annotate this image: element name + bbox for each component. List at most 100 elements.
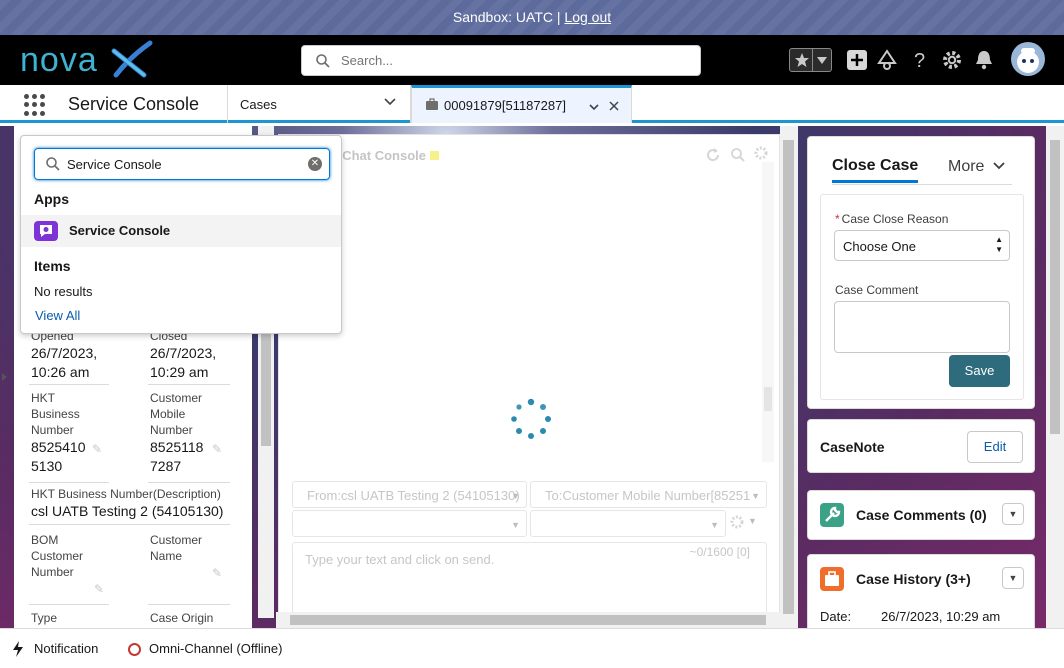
chat-console-title: i Chat Console xyxy=(335,148,440,163)
case-comment-textarea[interactable] xyxy=(834,301,1010,353)
global-actions-add-icon[interactable] xyxy=(846,49,868,71)
save-button[interactable]: Save xyxy=(949,355,1010,387)
case-origin-label: Case Origin xyxy=(150,611,214,625)
chat-panel-scrollbar[interactable] xyxy=(780,126,798,628)
hkt-business-number-field: HKT Business Number 85254105130 xyxy=(31,390,91,476)
lightning-bolt-icon xyxy=(13,641,23,657)
customer-mobile-label: Customer Mobile Number xyxy=(150,391,203,437)
case-close-reason-label: * Case Close Reason xyxy=(835,212,949,226)
app-launcher-dropdown: Service Console ✕ Apps Service Console I… xyxy=(20,135,342,334)
close-icon[interactable] xyxy=(609,101,619,111)
logout-link[interactable]: Log out xyxy=(564,9,611,25)
case-history-title: Case History (3+) xyxy=(856,571,971,587)
edit-pencil-icon[interactable]: ✎ xyxy=(94,582,104,596)
message-placeholder: Type your text and click on send. xyxy=(305,552,495,567)
refresh-icon[interactable] xyxy=(706,148,720,162)
right-scrollbar[interactable] xyxy=(1046,126,1064,628)
items-heading: Items xyxy=(34,258,71,274)
case-history-menu-button[interactable]: ▼ xyxy=(1002,567,1024,589)
svg-text:nova: nova xyxy=(20,41,98,79)
global-search-input[interactable]: Search... xyxy=(301,45,701,76)
search-placeholder: Search... xyxy=(341,53,394,68)
case-origin-field: Case Origin xyxy=(150,610,213,626)
app-item-label: Service Console xyxy=(69,223,171,238)
customer-name-label: Customer Name xyxy=(150,533,203,563)
type-label: Type xyxy=(31,611,58,625)
chat-horizontal-scrollbar[interactable] xyxy=(276,612,780,628)
closed-value: 26/7/2023, 10:29 am xyxy=(150,345,217,380)
hkt-desc-value: csl UATB Testing 2 (54105130) xyxy=(31,503,224,519)
app-launcher-icon[interactable] xyxy=(24,94,46,116)
edit-pencil-icon[interactable]: ✎ xyxy=(212,566,222,580)
updown-icon: ▲ ▼ xyxy=(995,235,1003,254)
history-date-value: 26/7/2023, 10:29 am xyxy=(881,609,1001,624)
type-field: Type xyxy=(31,610,57,626)
apps-heading: Apps xyxy=(34,191,69,207)
app-name: Service Console xyxy=(68,94,200,114)
gear-icon[interactable] xyxy=(730,515,744,529)
close-case-form: * Case Close Reason Choose One ▲ ▼ Case Co… xyxy=(820,194,1024,400)
app-launcher-search-input[interactable]: Service Console ✕ xyxy=(34,148,330,180)
search-icon xyxy=(46,157,60,171)
favorites-button[interactable] xyxy=(789,48,832,72)
novax-logo: nova xyxy=(18,39,158,81)
edit-button[interactable]: Edit xyxy=(967,431,1023,463)
case-comments-menu-button[interactable]: ▼ xyxy=(1002,503,1024,525)
hkt-business-number-value: 85254105130 xyxy=(31,439,86,474)
loading-spinner-icon xyxy=(511,398,551,439)
chevron-down-icon[interactable] xyxy=(588,101,600,113)
chevron-down-icon[interactable] xyxy=(383,95,397,109)
bom-label: BOM Customer Number xyxy=(31,533,84,579)
user-avatar[interactable] xyxy=(1011,42,1045,76)
history-date-row: Date: 26/7/2023, 10:29 am xyxy=(820,609,1000,624)
tab-more[interactable]: More xyxy=(948,158,1005,176)
notification-button[interactable]: Notification xyxy=(34,641,98,656)
edit-pencil-icon[interactable]: ✎ xyxy=(92,442,102,456)
sandbox-banner: Sandbox: UATC | Log out xyxy=(0,0,1064,35)
wrench-icon xyxy=(820,503,844,527)
sandbox-label: Sandbox: UATC | xyxy=(452,9,561,25)
customer-mobile-field: Customer Mobile Number 85251187287 xyxy=(150,390,210,476)
collapse-arrow-icon[interactable] xyxy=(0,372,8,382)
help-icon[interactable]: ? xyxy=(909,49,931,71)
close-case-tabs: Close Case More xyxy=(832,157,1012,185)
opened-value: 26/7/2023, 10:26 am xyxy=(31,345,98,380)
opened-field: Opened 26/7/2023, 10:26 am xyxy=(31,328,111,382)
tab-cases[interactable]: Cases xyxy=(240,97,277,112)
close-case-card: Close Case More * Case Close Reason Choos… xyxy=(807,136,1035,409)
hkt-business-number-label: HKT Business Number xyxy=(31,391,80,437)
casenote-title: CaseNote xyxy=(820,439,885,455)
gear-icon[interactable] xyxy=(754,146,768,160)
chat-scrollbar[interactable] xyxy=(762,162,774,462)
edit-pencil-icon[interactable]: ✎ xyxy=(212,442,222,456)
clear-icon[interactable]: ✕ xyxy=(308,157,322,171)
message-input[interactable]: Type your text and click on send. ~0/160… xyxy=(292,542,767,622)
chevron-down-icon xyxy=(817,57,827,64)
option-select[interactable]: ▼ xyxy=(530,510,726,537)
to-select[interactable]: To:Customer Mobile Number[85251 ▼ xyxy=(530,481,767,508)
case-comment-label: Case Comment xyxy=(835,283,919,297)
star-icon xyxy=(795,53,809,67)
case-history-card: Case History (3+) ▼ Date: 26/7/2023, 10:… xyxy=(807,554,1035,634)
hkt-desc-field: HKT Business Number(Description) csl UAT… xyxy=(31,486,231,521)
gear-icon[interactable] xyxy=(941,49,963,71)
trailhead-icon[interactable] xyxy=(876,49,898,71)
no-results-text: No results xyxy=(34,284,93,299)
bom-field: BOM Customer Number xyxy=(31,532,91,580)
chevron-down-icon xyxy=(993,162,1005,170)
app-launcher-search-value: Service Console xyxy=(67,157,162,172)
hkt-desc-label: HKT Business Number(Description) xyxy=(31,487,221,501)
view-all-link[interactable]: View All xyxy=(35,308,80,323)
notification-bell-icon[interactable] xyxy=(973,49,995,71)
search-icon[interactable] xyxy=(731,148,745,162)
case-close-reason-select[interactable]: Choose One ▲ ▼ xyxy=(834,230,1010,261)
tab-close-case[interactable]: Close Case xyxy=(832,157,919,183)
from-select[interactable]: From:csl UATB Testing 2 (54105130) ▼ xyxy=(292,481,527,508)
service-console-app-icon xyxy=(34,221,58,241)
tab-case-record[interactable]: 00091879[51187287] xyxy=(411,85,632,123)
char-counter: ~0/1600 [0] xyxy=(689,545,750,559)
omni-channel-button[interactable]: Omni-Channel (Offline) xyxy=(149,641,282,656)
app-item-service-console[interactable]: Service Console xyxy=(21,215,341,247)
history-date-label: Date: xyxy=(820,609,852,624)
template-select[interactable]: ▼ xyxy=(292,510,527,537)
